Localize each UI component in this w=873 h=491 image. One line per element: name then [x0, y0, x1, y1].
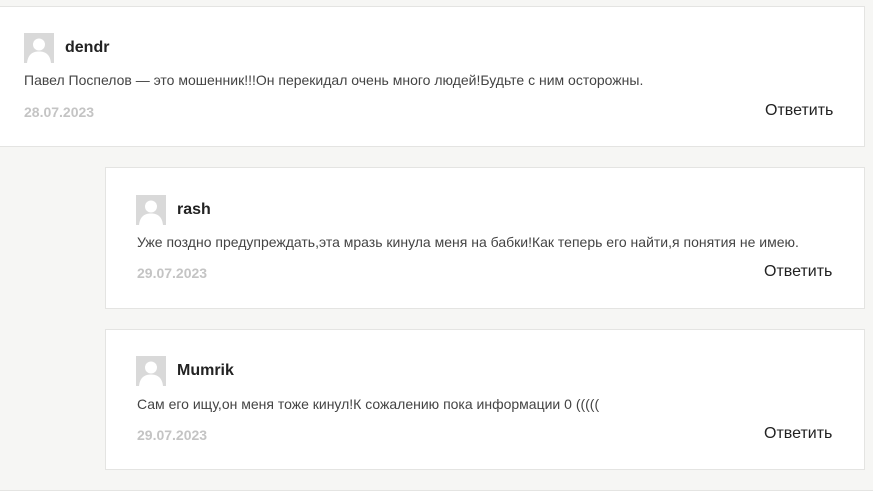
comment-text: Павел Поспелов — это мошенник!!!Он перек…: [24, 72, 644, 88]
comment-header: rash: [136, 195, 211, 225]
reply-button[interactable]: Ответить: [764, 425, 832, 443]
comment-card-reply: rash Уже поздно предупреждать,эта мразь …: [105, 167, 865, 309]
comment-card-reply: Mumrik Сам его ищу,он меня тоже кинул!К …: [105, 329, 865, 470]
comments-thread: dendr Павел Поспелов — это мошенник!!!Он…: [0, 0, 873, 491]
avatar-icon: [136, 356, 166, 386]
avatar-icon: [136, 195, 166, 225]
comment-text: Сам его ищу,он меня тоже кинул!К сожален…: [137, 396, 600, 412]
avatar-icon: [24, 33, 54, 63]
reply-button[interactable]: Ответить: [764, 263, 832, 281]
comment-author: dendr: [65, 39, 110, 56]
comment-author: Mumrik: [177, 362, 234, 379]
comment-date: 28.07.2023: [24, 104, 95, 120]
comment-text: Уже поздно предупреждать,эта мразь кинул…: [137, 234, 799, 250]
comment-header: dendr: [24, 33, 109, 63]
comment-date: 29.07.2023: [137, 427, 208, 443]
comment-header: Mumrik: [136, 356, 234, 386]
comment-card: dendr Павел Поспелов — это мошенник!!!Он…: [0, 6, 865, 147]
comment-author: rash: [177, 201, 211, 218]
comment-date: 29.07.2023: [137, 265, 208, 281]
reply-button[interactable]: Ответить: [765, 102, 833, 120]
